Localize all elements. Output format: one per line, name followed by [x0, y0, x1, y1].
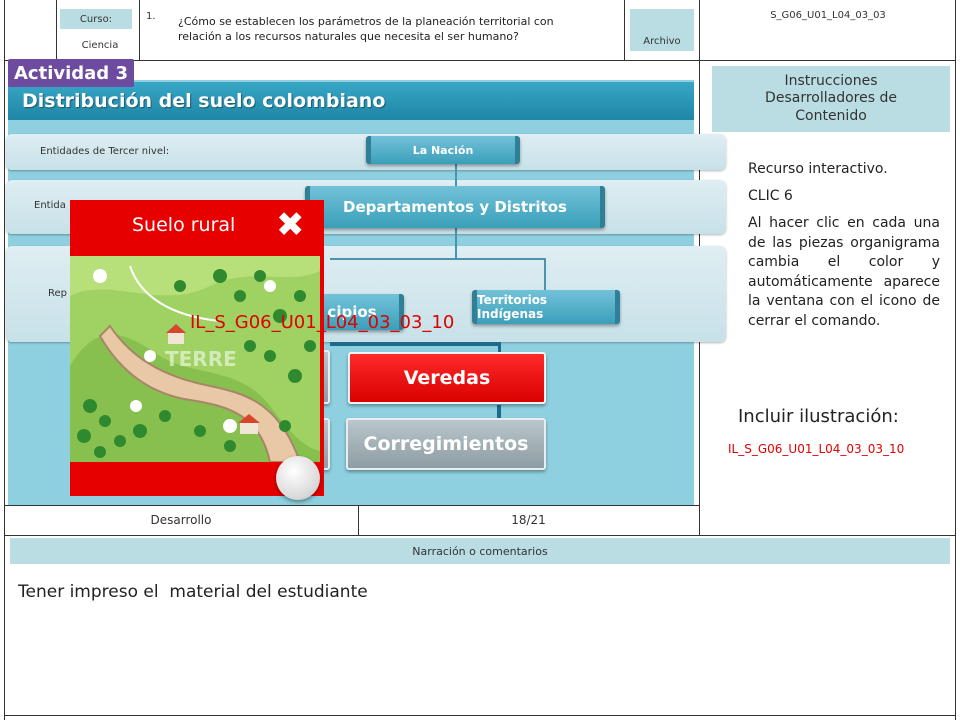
- archive-label: Archivo: [630, 9, 694, 51]
- connector-veredas: [330, 342, 500, 346]
- include-illustration-code: IL_S_G06_U01_L04_03_03_10: [728, 442, 905, 456]
- question-text: ¿Cómo se establecen los parámetros de la…: [178, 15, 554, 43]
- border-bottom: [4, 715, 956, 716]
- section-label: Desarrollo: [150, 513, 212, 527]
- popup-window: Suelo rural ✖ TERRE: [70, 200, 324, 500]
- instructions-header: Instrucciones Desarrolladores de Conteni…: [712, 66, 950, 132]
- border-left: [4, 0, 5, 720]
- instructions-body: Al hacer clic en cada una de las piezas …: [748, 215, 940, 329]
- band-second-level-label: Entida: [34, 200, 66, 211]
- course-label: Curso:: [60, 9, 132, 29]
- narration-top-line: [4, 535, 956, 536]
- connector-corregimientos: [497, 405, 501, 419]
- rural-illustration: TERRE: [70, 256, 320, 462]
- connector-territorios: [544, 258, 546, 292]
- instructions-resource: Recurso interactivo.: [748, 161, 888, 177]
- narration-text: Tener impreso el material del estudiante: [18, 582, 368, 602]
- question-number: 1.: [146, 11, 156, 22]
- narration-header: Narración o comentarios: [10, 538, 950, 564]
- header-divider-3: [624, 0, 625, 60]
- instructions-clic: CLIC 6: [748, 188, 793, 204]
- connector-horizontal: [330, 258, 546, 260]
- header-divider-1: [56, 0, 57, 60]
- node-la-nacion[interactable]: La Nación: [366, 136, 520, 164]
- popup-watermark: TERRE: [165, 347, 237, 371]
- node-veredas[interactable]: Veredas: [348, 352, 546, 404]
- node-corregimientos[interactable]: Corregimientos: [346, 418, 546, 470]
- border-right: [955, 0, 956, 720]
- rural-landscape-image: TERRE: [70, 256, 320, 462]
- page-number: 18/21: [511, 513, 546, 527]
- footer-row-top: [4, 505, 699, 506]
- activity-badge: Actividad 3: [8, 59, 134, 87]
- file-code: S_G06_U01_L04_03_03: [770, 10, 886, 21]
- band-first-level-label: Rep: [48, 288, 67, 299]
- popup-round-button[interactable]: [276, 456, 320, 500]
- connector-nacion-dep: [455, 164, 457, 188]
- include-illustration-label: Incluir ilustración:: [738, 406, 899, 427]
- node-territorios-indigenas[interactable]: Territorios Indígenas: [472, 290, 620, 324]
- header-bottom-line: [4, 60, 956, 61]
- band-third-level-label: Entidades de Tercer nivel:: [40, 146, 170, 157]
- connector-dep-down: [455, 228, 457, 260]
- close-icon[interactable]: ✖: [276, 208, 305, 242]
- subject-text: Ciencia: [81, 40, 119, 51]
- popup-title: Suelo rural: [132, 214, 236, 236]
- header-divider-2: [139, 0, 140, 60]
- node-departamentos[interactable]: Departamentos y Distritos: [305, 186, 605, 228]
- slide-title: Distribución del suelo colombiano: [8, 82, 694, 120]
- illustration-code-overlay: IL_S_G06_U01_L04_03_03_10: [190, 312, 455, 333]
